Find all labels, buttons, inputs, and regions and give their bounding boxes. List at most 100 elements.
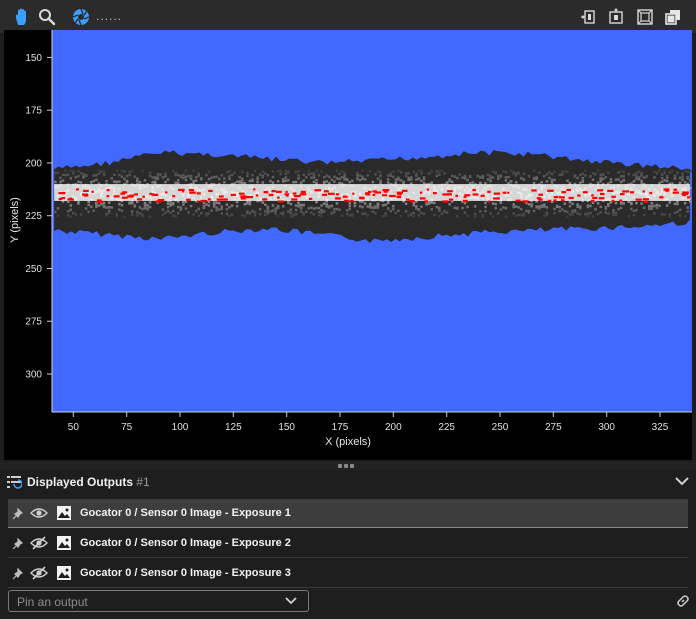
band-speckle <box>248 211 252 215</box>
band-speckle <box>632 180 636 183</box>
link-icon[interactable] <box>676 594 690 613</box>
band-speckle <box>386 174 390 177</box>
band-speckle <box>566 179 569 183</box>
fit-height-icon[interactable] <box>605 6 627 28</box>
pin-output-select[interactable]: Pin an output <box>8 590 309 612</box>
band-speckle <box>514 171 518 175</box>
band-speckle <box>297 201 300 205</box>
band-speckle <box>361 205 364 209</box>
band-speckle <box>609 180 613 184</box>
band-speckle <box>302 179 305 182</box>
chevron-down-icon[interactable] <box>674 473 690 494</box>
hand-pan-icon[interactable] <box>11 6 33 28</box>
band-speckle <box>686 206 689 209</box>
band-speckle <box>548 171 551 175</box>
band-speckle <box>535 177 538 181</box>
fit-width-icon[interactable] <box>578 6 600 28</box>
band-speckle <box>248 202 252 206</box>
band-speckle <box>356 210 359 213</box>
image-plot[interactable]: 50 75 100 125 150 175 200 225 250 275 300 325 150 17… <box>4 30 692 460</box>
band-speckle <box>665 175 669 178</box>
band-speckle <box>440 169 444 172</box>
band-speckle <box>141 169 144 172</box>
saturated-pixel <box>106 195 110 198</box>
band-speckle <box>566 170 569 174</box>
band-speckle <box>95 205 98 209</box>
overlay-icon[interactable] <box>662 6 684 28</box>
saturated-pixel <box>300 190 306 194</box>
band-speckle <box>169 211 172 214</box>
band-speckle <box>517 172 520 175</box>
band-speckle <box>207 204 211 207</box>
eye-slash-icon[interactable] <box>30 536 48 555</box>
band-speckle <box>253 214 257 217</box>
band-speckle <box>596 181 600 184</box>
band-speckle <box>640 181 643 185</box>
band-speckle <box>617 171 620 174</box>
band-speckle <box>668 213 672 216</box>
band-speckle <box>637 178 641 181</box>
band-speckle <box>563 209 567 213</box>
band-speckle <box>392 175 395 179</box>
band-speckle <box>412 170 416 174</box>
band-speckle <box>310 176 313 180</box>
panel-count: #1 <box>136 475 150 489</box>
eye-icon[interactable] <box>30 506 48 525</box>
band-speckle <box>632 173 636 177</box>
saturated-pixel <box>682 191 689 194</box>
aperture-icon[interactable] <box>70 6 92 28</box>
band-speckle <box>358 174 362 177</box>
band-speckle <box>637 170 641 173</box>
band-speckle <box>655 171 659 175</box>
plot-canvas[interactable]: 50 75 100 125 150 175 200 225 250 275 300 325 150 17… <box>4 30 692 460</box>
eye-slash-icon[interactable] <box>30 566 48 585</box>
band-speckle <box>561 208 564 211</box>
band-speckle <box>491 202 495 205</box>
saturated-pixel <box>149 192 152 195</box>
band-speckle <box>553 178 556 182</box>
band-speckle <box>217 208 221 211</box>
band-speckle <box>143 207 147 210</box>
band-speckle <box>415 207 418 210</box>
band-speckle <box>578 173 582 177</box>
band-speckle <box>335 207 339 211</box>
band-speckle <box>115 180 119 183</box>
band-speckle <box>522 214 526 217</box>
output-row-2[interactable]: Gocator 0 / Sensor 0 Image - Exposure 2 <box>8 529 688 558</box>
zoom-icon[interactable] <box>36 6 58 28</box>
band-speckle <box>356 175 359 178</box>
band-speckle <box>578 205 582 208</box>
band-speckle <box>617 207 620 211</box>
band-speckle <box>548 176 551 180</box>
band-speckle <box>433 201 436 205</box>
band-speckle <box>660 180 664 183</box>
band-speckle <box>532 181 536 185</box>
y-tick-label: 225 <box>25 211 42 222</box>
band-speckle <box>678 208 682 212</box>
image-icon <box>56 565 72 586</box>
band-speckle <box>604 211 608 214</box>
pin-icon[interactable] <box>12 537 24 555</box>
band-speckle <box>381 204 385 207</box>
band-speckle <box>673 202 677 206</box>
pin-icon[interactable] <box>12 567 24 585</box>
band-speckle <box>653 204 656 208</box>
chevron-down-icon[interactable] <box>284 594 298 613</box>
band-speckle <box>312 176 316 179</box>
saturated-pixel <box>560 199 565 202</box>
pin-icon[interactable] <box>12 507 24 525</box>
output-row-3[interactable]: Gocator 0 / Sensor 0 Image - Exposure 3 <box>8 559 688 588</box>
output-row-1[interactable]: Gocator 0 / Sensor 0 Image - Exposure 1 <box>8 499 688 528</box>
band-speckle <box>607 202 610 206</box>
band-speckle <box>338 208 341 211</box>
band-speckle <box>120 175 124 179</box>
band-speckle <box>125 181 129 184</box>
panel-splitter[interactable] <box>0 462 696 470</box>
fit-screen-icon[interactable] <box>634 6 656 28</box>
band-speckle <box>136 200 139 204</box>
saturated-pixel <box>493 197 500 200</box>
saturated-pixel <box>389 194 396 198</box>
saturated-pixel <box>365 193 371 196</box>
band-speckle <box>678 213 682 217</box>
saturated-pixel <box>137 198 143 201</box>
